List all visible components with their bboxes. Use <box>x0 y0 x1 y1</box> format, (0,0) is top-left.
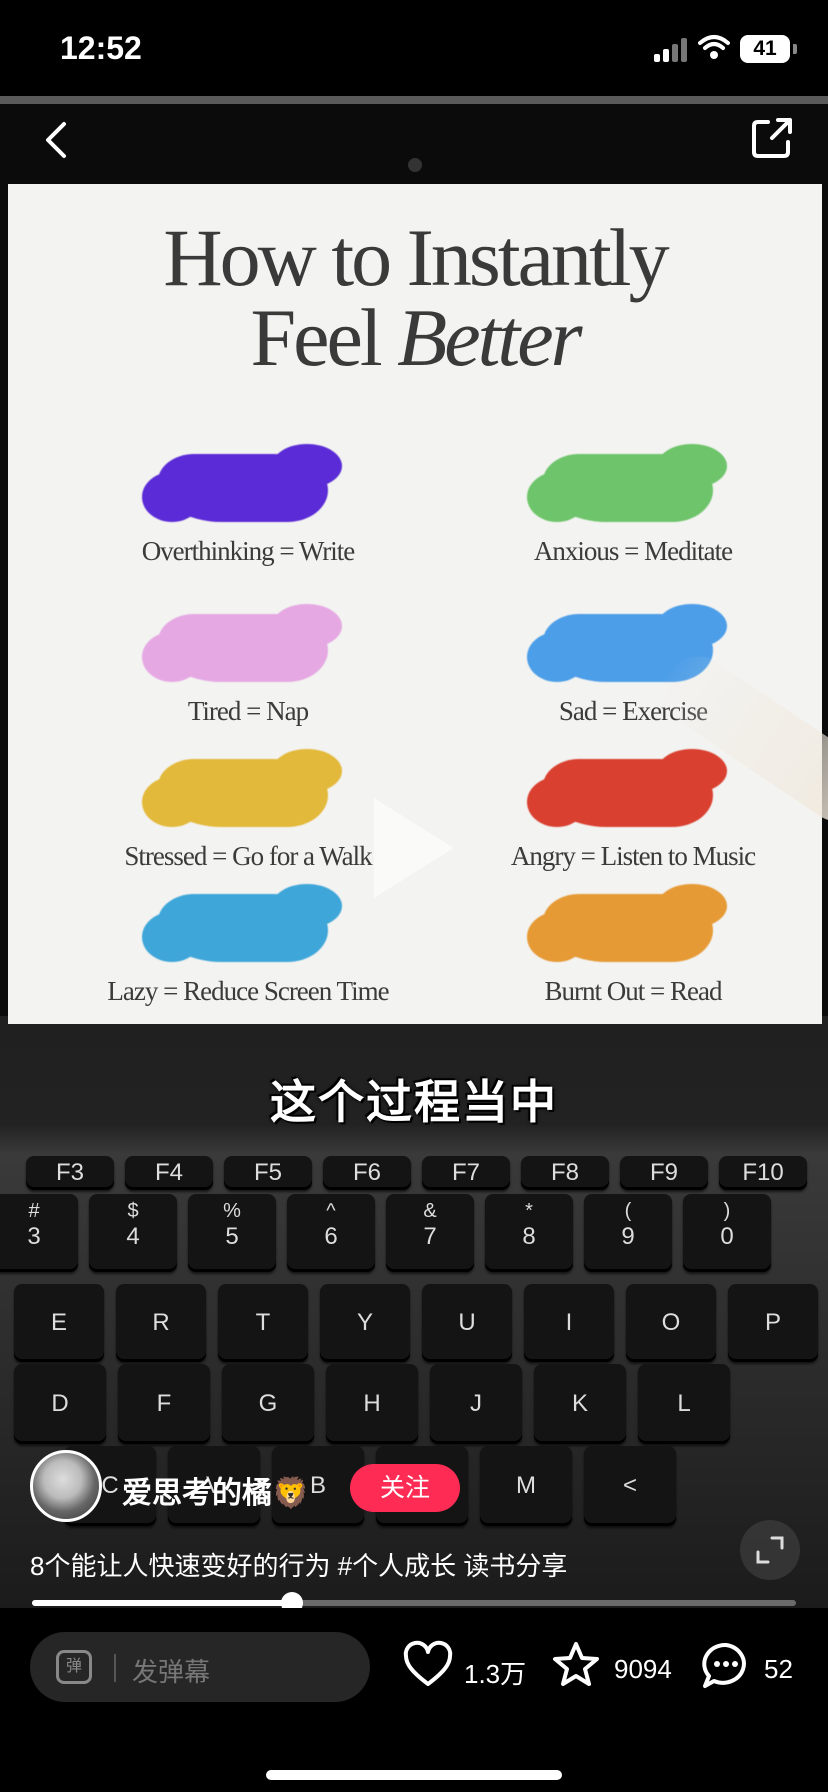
laptop-camera <box>408 158 422 172</box>
heart-icon <box>403 1640 453 1686</box>
keyboard-key: F8 <box>521 1156 609 1190</box>
share-icon[interactable] <box>750 116 794 160</box>
keyboard-key: * 8 <box>485 1194 573 1272</box>
keyboard-key: P <box>728 1284 818 1362</box>
poster-title-line1: How to Instantly <box>163 212 669 303</box>
keyboard-key: F10 <box>719 1156 807 1190</box>
follow-button[interactable]: 关注 <box>350 1464 460 1512</box>
status-time: 12:52 <box>60 30 142 66</box>
keyboard-key: E <box>14 1284 104 1362</box>
video-player[interactable]: How to Instantly Feel Better Overthinkin… <box>0 96 828 1608</box>
poster-item-label: Anxious = Meditate <box>533 536 733 566</box>
keyboard-key: F3 <box>26 1156 114 1190</box>
keyboard-key: U <box>422 1284 512 1362</box>
poster-title: How to Instantly Feel Better <box>8 212 822 383</box>
keyboard-key: K <box>534 1364 626 1444</box>
keyboard-key: F5 <box>224 1156 312 1190</box>
star-icon <box>553 1642 599 1686</box>
keyboard-key: ^ 6 <box>287 1194 375 1272</box>
keyboard-key: L <box>638 1364 730 1444</box>
color-swatch <box>527 444 727 522</box>
color-swatch <box>142 884 342 962</box>
favorite-button[interactable]: 9094 <box>550 1640 690 1696</box>
keyboard-key: $4 <box>89 1194 177 1272</box>
comment-count: 52 <box>764 1654 793 1684</box>
progress-fill <box>32 1600 292 1606</box>
keyboard-key: Y <box>320 1284 410 1362</box>
signal-icon <box>654 38 688 62</box>
keyboard-key: O <box>626 1284 716 1362</box>
fullscreen-icon[interactable] <box>740 1520 800 1580</box>
keyboard-key: & 7 <box>386 1194 474 1272</box>
danmu-placeholder: 发弹幕 <box>132 1657 211 1687</box>
play-icon[interactable] <box>374 798 454 898</box>
poster-title-line2: Feel Better <box>250 292 582 383</box>
back-icon[interactable] <box>36 118 80 162</box>
battery-icon: 41 <box>740 35 797 63</box>
color-swatch <box>527 884 727 962</box>
wifi-icon <box>698 35 730 59</box>
keyboard-key: F6 <box>323 1156 411 1190</box>
keyboard-key: F4 <box>125 1156 213 1190</box>
color-swatch <box>142 604 342 682</box>
poster-item-label: Angry = Listen to Music <box>510 841 756 871</box>
color-swatch <box>142 749 342 827</box>
home-indicator <box>266 1770 562 1780</box>
bottom-bar: 弹 发弹幕 1.3万 9094 52 <box>0 1608 828 1792</box>
keyboard-key: #3 <box>0 1194 78 1272</box>
keyboard-key: < <box>584 1446 676 1526</box>
keyboard-key: F7 <box>422 1156 510 1190</box>
poster-item-label: Burnt Out = Read <box>544 976 723 1006</box>
comment-button[interactable]: 52 <box>700 1640 810 1696</box>
poster-item-label: Lazy = Reduce Screen Time <box>107 976 389 1006</box>
color-swatch <box>142 444 342 522</box>
keyboard-key: J <box>430 1364 522 1444</box>
danmu-icon[interactable]: 弹 <box>56 1650 92 1684</box>
status-bar: 12:52 41 <box>0 0 828 96</box>
keyboard-key: G <box>222 1364 314 1444</box>
progress-knob[interactable] <box>280 1592 303 1608</box>
poster-item-label: Overthinking = Write <box>141 536 356 566</box>
keyboard-key: ) 0 <box>683 1194 771 1272</box>
poster-item-label: Tired = Nap <box>187 696 309 726</box>
favorite-count: 9094 <box>614 1654 672 1684</box>
keyboard-key: H <box>326 1364 418 1444</box>
video-caption[interactable]: 8个能让人快速变好的行为 #个人成长 读书分享 <box>30 1546 567 1583</box>
keyboard-key: D <box>14 1364 106 1444</box>
keyboard-key: R <box>116 1284 206 1362</box>
keyboard-key: T <box>218 1284 308 1362</box>
keyboard-key: M <box>480 1446 572 1526</box>
danmu-divider <box>114 1654 116 1682</box>
avatar[interactable] <box>30 1450 102 1522</box>
keyboard-key: (9 <box>584 1194 672 1272</box>
video-subtitle: 这个过程当中 <box>270 1076 558 1128</box>
like-button[interactable]: 1.3万 <box>402 1640 532 1696</box>
keyboard-key: F9 <box>620 1156 708 1190</box>
progress-bar[interactable] <box>32 1592 796 1608</box>
keyboard-key: F <box>118 1364 210 1444</box>
like-count: 1.3万 <box>464 1659 527 1689</box>
danmu-input[interactable]: 弹 发弹幕 <box>30 1632 370 1702</box>
comment-icon <box>702 1642 746 1688</box>
author-name[interactable]: 爱思考的橘🦁 <box>122 1468 309 1512</box>
keyboard-key: % 5 <box>188 1194 276 1272</box>
keyboard-key: I <box>524 1284 614 1362</box>
color-swatch <box>527 749 727 827</box>
poster: How to Instantly Feel Better Overthinkin… <box>8 184 828 1024</box>
